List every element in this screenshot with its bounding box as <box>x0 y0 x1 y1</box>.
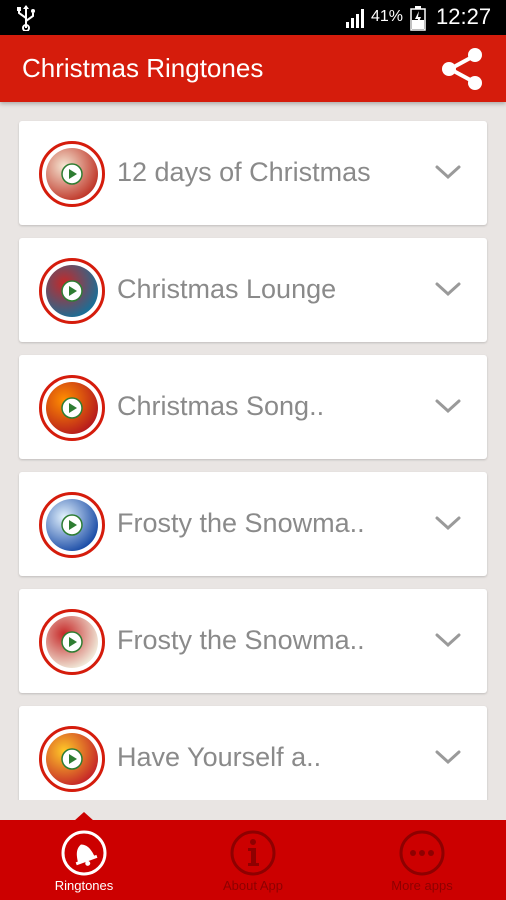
ringtone-card[interactable]: Christmas Song.. <box>19 355 487 459</box>
signal-icon <box>346 9 364 28</box>
nav-label: Ringtones <box>54 878 114 893</box>
chevron-down-icon[interactable] <box>434 510 462 538</box>
ringtone-card[interactable]: Frosty the Snowma.. <box>19 589 487 693</box>
ringtone-title: Christmas Song.. <box>117 391 325 421</box>
play-icon <box>61 163 83 185</box>
bottom-nav: Ringtones About App More apps <box>0 820 506 900</box>
ringtone-card[interactable]: Frosty the Snowma.. <box>19 472 487 576</box>
chevron-down-icon[interactable] <box>434 627 462 655</box>
ringtone-title: Frosty the Snowma.. <box>117 625 365 655</box>
battery-percent: 41% <box>371 8 404 25</box>
nav-label: More apps <box>391 878 453 893</box>
play-icon <box>61 280 83 302</box>
chevron-down-icon[interactable] <box>434 744 462 772</box>
share-icon[interactable] <box>436 43 488 95</box>
ringtone-card[interactable]: 12 days of Christmas <box>19 121 487 225</box>
bell-icon <box>61 830 107 876</box>
ringtone-list[interactable]: 12 days of Christmas Christmas Lounge Chri… <box>0 102 506 800</box>
play-button[interactable] <box>39 375 105 441</box>
ringtone-card[interactable]: Have Yourself a.. <box>19 706 487 800</box>
nav-label: About App <box>223 878 283 893</box>
status-bar: 41% 12:27 <box>0 0 506 35</box>
play-button[interactable] <box>39 726 105 792</box>
chevron-down-icon[interactable] <box>434 159 462 187</box>
more-icon <box>399 830 445 876</box>
nav-ringtones[interactable]: Ringtones <box>0 820 168 900</box>
play-icon <box>61 397 83 419</box>
ringtone-card[interactable]: Christmas Lounge <box>19 238 487 342</box>
ringtone-title: Christmas Lounge <box>117 274 337 304</box>
nav-about-app[interactable]: About App <box>169 820 337 900</box>
clock: 12:27 <box>436 4 492 29</box>
play-icon <box>61 748 83 770</box>
ringtone-title: 12 days of Christmas <box>117 157 371 187</box>
play-icon <box>61 514 83 536</box>
ringtone-title: Frosty the Snowma.. <box>117 508 365 538</box>
play-button[interactable] <box>39 609 105 675</box>
usb-icon <box>17 5 35 31</box>
info-icon <box>230 830 276 876</box>
ringtone-title: Have Yourself a.. <box>117 742 322 772</box>
app-bar: Christmas Ringtones <box>0 35 506 102</box>
play-button[interactable] <box>39 258 105 324</box>
play-button[interactable] <box>39 141 105 207</box>
play-icon <box>61 631 83 653</box>
play-button[interactable] <box>39 492 105 558</box>
page-title: Christmas Ringtones <box>22 53 264 83</box>
chevron-down-icon[interactable] <box>434 393 462 421</box>
battery-charging-icon <box>410 6 426 31</box>
nav-more-apps[interactable]: More apps <box>338 820 506 900</box>
chevron-down-icon[interactable] <box>434 276 462 304</box>
